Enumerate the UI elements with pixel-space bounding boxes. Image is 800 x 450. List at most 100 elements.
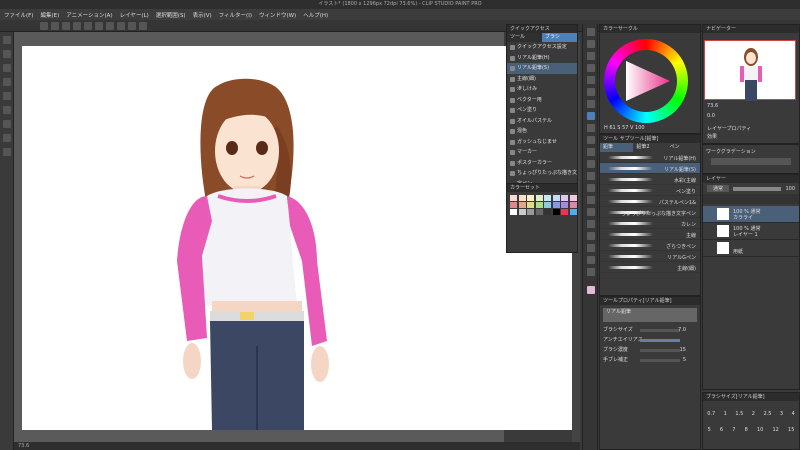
folder-icon[interactable] (3, 148, 11, 156)
menu-animation[interactable]: アニメーション(A) (66, 11, 112, 19)
blend-mode-select[interactable]: 通常 (707, 185, 730, 192)
nav-zoom-value[interactable]: 73.6 (707, 103, 718, 109)
saturation-triangle[interactable] (618, 53, 674, 109)
eraser-icon[interactable] (587, 160, 595, 168)
fill-icon[interactable] (587, 184, 595, 192)
color-swatch[interactable] (544, 202, 551, 208)
menu-window[interactable]: ウィンドウ(W) (259, 11, 296, 19)
size-option[interactable]: 2.5 (763, 411, 771, 417)
color-swatch[interactable] (569, 209, 577, 215)
new-icon[interactable] (40, 21, 48, 30)
folder-icon[interactable] (3, 64, 11, 72)
tab-pencil[interactable]: 鉛筆 (600, 143, 634, 152)
zoom-icon[interactable] (587, 28, 595, 36)
invert-selection-icon[interactable] (128, 21, 136, 30)
move-icon[interactable] (587, 64, 595, 72)
brush-item[interactable]: 水彩(主線 (600, 174, 700, 185)
menu-view[interactable]: 表示(V) (193, 11, 212, 19)
prop-stabilization[interactable]: 手ブレ補正 5 (600, 355, 700, 365)
color-swatch[interactable] (561, 202, 568, 208)
brush-item[interactable]: 主線 (600, 229, 700, 240)
size-option[interactable]: 5 (708, 427, 711, 433)
tab-brush[interactable]: ブラシ (542, 33, 577, 42)
list-item[interactable]: リアル鉛筆(H) (507, 53, 577, 64)
redo-icon[interactable] (84, 21, 92, 30)
frame-icon[interactable] (587, 220, 595, 228)
layer-row[interactable]: 用紙 (703, 240, 799, 257)
brush-item[interactable]: リアル鉛筆(H) (600, 152, 700, 163)
size-option[interactable]: 15 (788, 427, 794, 433)
open-icon[interactable] (51, 21, 59, 30)
folder-icon[interactable] (3, 134, 11, 142)
menu-layer[interactable]: レイヤー(L) (120, 11, 149, 19)
brush-item[interactable]: カレン (600, 218, 700, 229)
size-option[interactable]: 6 (720, 427, 723, 433)
color-swatch[interactable] (552, 202, 560, 208)
color-swatch[interactable] (535, 202, 543, 208)
folder-icon[interactable] (3, 78, 11, 86)
brush-item[interactable]: リアルGペン (600, 251, 700, 262)
menu-edit[interactable]: 編集(E) (40, 11, 59, 19)
status-zoom[interactable]: 73.6 (18, 443, 29, 449)
color-swatch[interactable] (535, 209, 543, 215)
menu-help[interactable]: ヘルプ(H) (303, 11, 328, 19)
text-icon[interactable] (587, 244, 595, 252)
size-option[interactable]: 2 (752, 411, 755, 417)
tab-pen[interactable]: ペン (667, 143, 700, 152)
brush-item[interactable]: 主線(細) (600, 262, 700, 273)
ruler-icon[interactable] (587, 232, 595, 240)
size-option[interactable]: 0.7 (707, 411, 715, 417)
navigator-preview[interactable] (704, 40, 796, 101)
size-option[interactable]: 12 (772, 427, 778, 433)
color-swatch[interactable] (569, 202, 577, 208)
list-item[interactable]: ガッシュなじませ (507, 137, 577, 148)
transform-icon[interactable] (106, 21, 114, 30)
blend-icon[interactable] (587, 172, 595, 180)
color-swatch[interactable] (510, 209, 517, 215)
list-item[interactable]: ベクター用 (507, 95, 577, 106)
gradient-icon[interactable] (587, 196, 595, 204)
deselect-icon[interactable] (117, 21, 125, 30)
figure-icon[interactable] (587, 208, 595, 216)
main-color-icon[interactable] (587, 286, 595, 294)
prop-brush-size[interactable]: ブラシサイズ 7.0 (600, 325, 700, 335)
list-item[interactable]: 混色 (507, 126, 577, 137)
size-option[interactable]: 1 (724, 411, 727, 417)
menu-file[interactable]: ファイル(F) (4, 11, 33, 19)
selection-icon[interactable] (587, 76, 595, 84)
color-swatch[interactable] (552, 195, 560, 201)
menu-selection[interactable]: 選択範囲(S) (156, 11, 186, 19)
color-swatch[interactable] (552, 209, 560, 215)
ruler-icon[interactable] (139, 21, 147, 30)
tab-tool[interactable]: ツール (507, 33, 542, 42)
correct-line-icon[interactable] (587, 268, 595, 276)
color-swatch[interactable] (544, 195, 551, 201)
size-option[interactable]: 8 (745, 427, 748, 433)
eyedropper-icon[interactable] (587, 100, 595, 108)
list-item[interactable]: クイックアクセス設定 (507, 42, 577, 53)
size-option[interactable]: 10 (757, 427, 763, 433)
brush-item[interactable]: ペン塗り (600, 185, 700, 196)
brush-icon[interactable] (587, 136, 595, 144)
list-item[interactable]: ちょっぴりたっぷな描き文字ペン (507, 168, 577, 187)
color-swatch[interactable] (544, 209, 551, 215)
color-swatch[interactable] (518, 209, 526, 215)
swatch-grid[interactable] (507, 192, 577, 252)
layer-icon[interactable] (3, 36, 11, 44)
color-swatch[interactable] (561, 209, 568, 215)
pencil-icon[interactable] (587, 124, 595, 132)
prop-antialias[interactable]: アンチエイリアス (600, 335, 700, 345)
color-swatch[interactable] (527, 195, 534, 201)
color-swatch[interactable] (510, 195, 517, 201)
list-item[interactable]: ポスターカラー (507, 158, 577, 169)
lasso-icon[interactable] (587, 88, 595, 96)
folder-icon[interactable] (3, 120, 11, 128)
color-swatch[interactable] (518, 202, 526, 208)
list-item[interactable]: リアル鉛筆(S) (507, 63, 577, 74)
nav-angle-value[interactable]: 0.0 (707, 113, 715, 119)
hue-ring[interactable] (604, 39, 688, 123)
drawing-canvas[interactable] (22, 46, 572, 430)
color-swatch[interactable] (535, 195, 543, 201)
menu-filter[interactable]: フィルター(I) (219, 11, 252, 19)
list-item[interactable]: オイルパステル (507, 116, 577, 127)
